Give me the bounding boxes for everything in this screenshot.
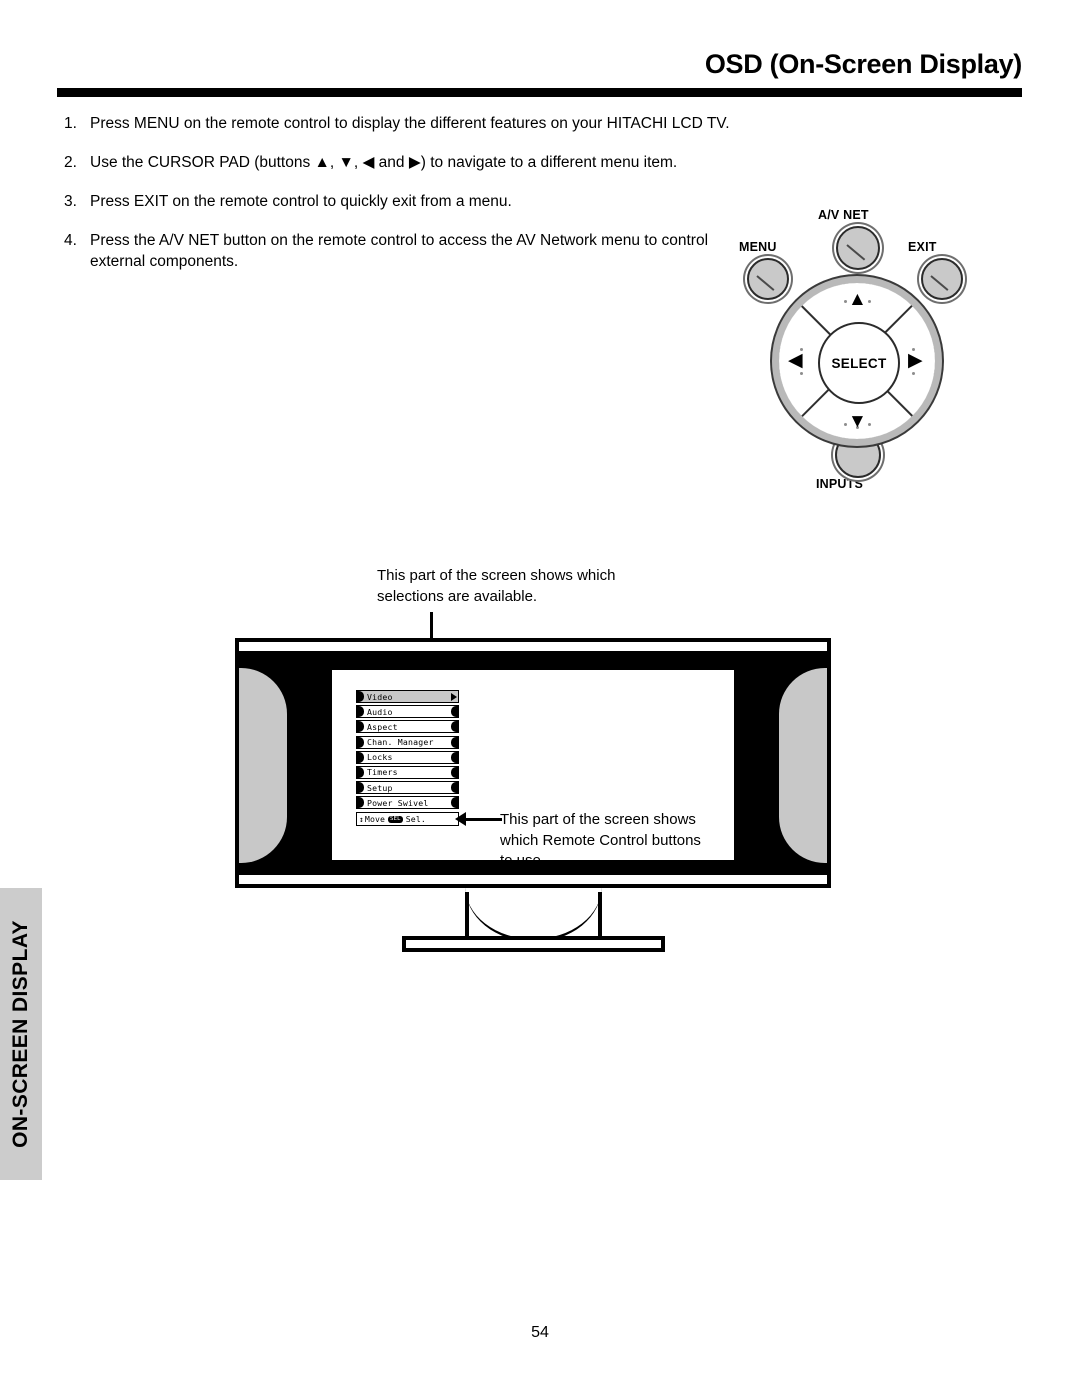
button-notch bbox=[846, 244, 866, 261]
menu-cap-right-icon bbox=[451, 766, 458, 778]
cursor-up-icon[interactable]: ▲ bbox=[848, 290, 867, 309]
osd-item-label: Chan. Manager bbox=[367, 737, 434, 748]
instruction-item: 1. Press MENU on the remote control to d… bbox=[64, 114, 764, 135]
menu-cap-left-icon bbox=[357, 691, 364, 702]
section-side-tab: ON-SCREEN DISPLAY bbox=[0, 888, 42, 1180]
pad-dot bbox=[912, 372, 915, 375]
menu-cap-right-icon bbox=[451, 721, 458, 733]
osd-item-label: Timers bbox=[367, 767, 398, 778]
instruction-text: Press the A/V NET button on the remote c… bbox=[90, 231, 709, 270]
osd-menu-item-aspect[interactable]: Aspect bbox=[356, 720, 459, 734]
cursor-down-icon[interactable]: ▼ bbox=[848, 412, 867, 431]
osd-menu-item-locks[interactable]: Locks bbox=[356, 750, 459, 764]
page-number: 54 bbox=[531, 1324, 549, 1341]
menu-cap-left-icon bbox=[357, 721, 364, 733]
cursor-left-icon[interactable]: ◀ bbox=[788, 351, 803, 370]
title-rule bbox=[57, 88, 1022, 97]
menu-button-label: MENU bbox=[739, 240, 777, 254]
instruction-text: Press EXIT on the remote control to quic… bbox=[90, 192, 512, 210]
exit-button[interactable] bbox=[921, 258, 963, 300]
menu-cap-right-icon bbox=[451, 706, 458, 718]
instruction-number: 2. bbox=[64, 153, 77, 171]
menu-cap-right-icon bbox=[451, 782, 458, 794]
osd-menu-item-video[interactable]: Video bbox=[356, 690, 459, 703]
osd-item-label: Video bbox=[367, 691, 393, 702]
instruction-item: 3. Press EXIT on the remote control to q… bbox=[64, 192, 764, 213]
pad-dot bbox=[844, 423, 847, 426]
menu-button[interactable] bbox=[747, 258, 789, 300]
callout-leader-line bbox=[464, 818, 502, 821]
cursor-right-icon[interactable]: ▶ bbox=[908, 351, 923, 370]
callout-remote-buttons: This part of the screen shows which Remo… bbox=[500, 811, 701, 870]
instruction-list: 1. Press MENU on the remote control to d… bbox=[64, 114, 764, 291]
instruction-number: 3. bbox=[64, 192, 77, 210]
instruction-item: 2. Use the CURSOR PAD (buttons ▲, ▼, ◀ a… bbox=[64, 153, 764, 174]
tv-top-bezel bbox=[239, 642, 827, 654]
pad-dot bbox=[868, 300, 871, 303]
osd-item-label: Locks bbox=[367, 752, 393, 763]
pad-dot bbox=[800, 372, 803, 375]
avnet-button[interactable] bbox=[836, 226, 880, 270]
exit-button-label: EXIT bbox=[908, 240, 937, 254]
instruction-text: Press MENU on the remote control to disp… bbox=[90, 115, 730, 132]
menu-cap-left-icon bbox=[357, 736, 364, 748]
section-side-tab-label: ON-SCREEN DISPLAY bbox=[9, 920, 33, 1148]
menu-cap-left-icon bbox=[357, 797, 364, 809]
inputs-button-label: INPUTS bbox=[816, 477, 864, 491]
menu-cap-right-icon bbox=[451, 736, 458, 748]
osd-menu-item-audio[interactable]: Audio bbox=[356, 705, 459, 719]
page-title: OSD (On-Screen Display) bbox=[704, 49, 1022, 79]
button-notch bbox=[756, 275, 775, 292]
osd-hint-move-label: Move bbox=[364, 814, 386, 825]
avnet-button-label: A/V NET bbox=[818, 208, 869, 222]
tv-left-speaker bbox=[239, 668, 287, 863]
osd-item-label: Audio bbox=[367, 706, 393, 717]
chevron-right-icon bbox=[449, 691, 458, 702]
instruction-number: 1. bbox=[64, 115, 77, 132]
menu-cap-left-icon bbox=[357, 766, 364, 778]
osd-menu-item-setup[interactable]: Setup bbox=[356, 781, 459, 795]
pad-dot bbox=[844, 300, 847, 303]
menu-cap-left-icon bbox=[357, 706, 364, 718]
select-button[interactable]: SELECT bbox=[818, 322, 900, 404]
osd-menu-item-power-swivel[interactable]: Power Swivel bbox=[356, 796, 459, 810]
osd-item-label: Setup bbox=[367, 782, 393, 793]
menu-cap-left-icon bbox=[357, 782, 364, 794]
menu-cap-right-icon bbox=[451, 751, 458, 763]
osd-menu-item-chan-manager[interactable]: Chan. Manager bbox=[356, 735, 459, 749]
osd-item-label: Aspect bbox=[367, 721, 398, 732]
osd-item-label: Power Swivel bbox=[367, 797, 429, 808]
up-down-arrows-icon: ↕ bbox=[359, 814, 364, 824]
tv-bottom-bezel bbox=[239, 872, 827, 884]
callout-selections-available: This part of the screen shows which sele… bbox=[377, 567, 616, 605]
menu-cap-right-icon bbox=[451, 797, 458, 809]
button-notch bbox=[930, 275, 949, 292]
tv-right-speaker bbox=[779, 668, 827, 863]
select-button-label: SELECT bbox=[831, 355, 887, 371]
osd-hint-bar: ↕ Move SEL Sel. bbox=[356, 812, 459, 827]
pad-dot bbox=[868, 423, 871, 426]
instruction-item: 4. Press the A/V NET button on the remot… bbox=[64, 231, 764, 273]
tv-stand-base bbox=[402, 936, 665, 952]
instruction-number: 4. bbox=[64, 231, 77, 249]
osd-hint-select-label: Sel. bbox=[405, 814, 426, 825]
menu-cap-left-icon bbox=[357, 751, 364, 763]
sel-key-icon: SEL bbox=[388, 815, 403, 823]
instruction-text: Use the CURSOR PAD (buttons ▲, ▼, ◀ and … bbox=[90, 153, 678, 171]
remote-control-diagram: A/V NET MENU EXIT INPUTS ▲ ▼ ◀ ▶ SELECT bbox=[736, 204, 986, 504]
osd-menu-item-timers[interactable]: Timers bbox=[356, 765, 459, 779]
osd-menu: Video Audio Aspect Chan. Manager Locks T… bbox=[356, 690, 459, 827]
